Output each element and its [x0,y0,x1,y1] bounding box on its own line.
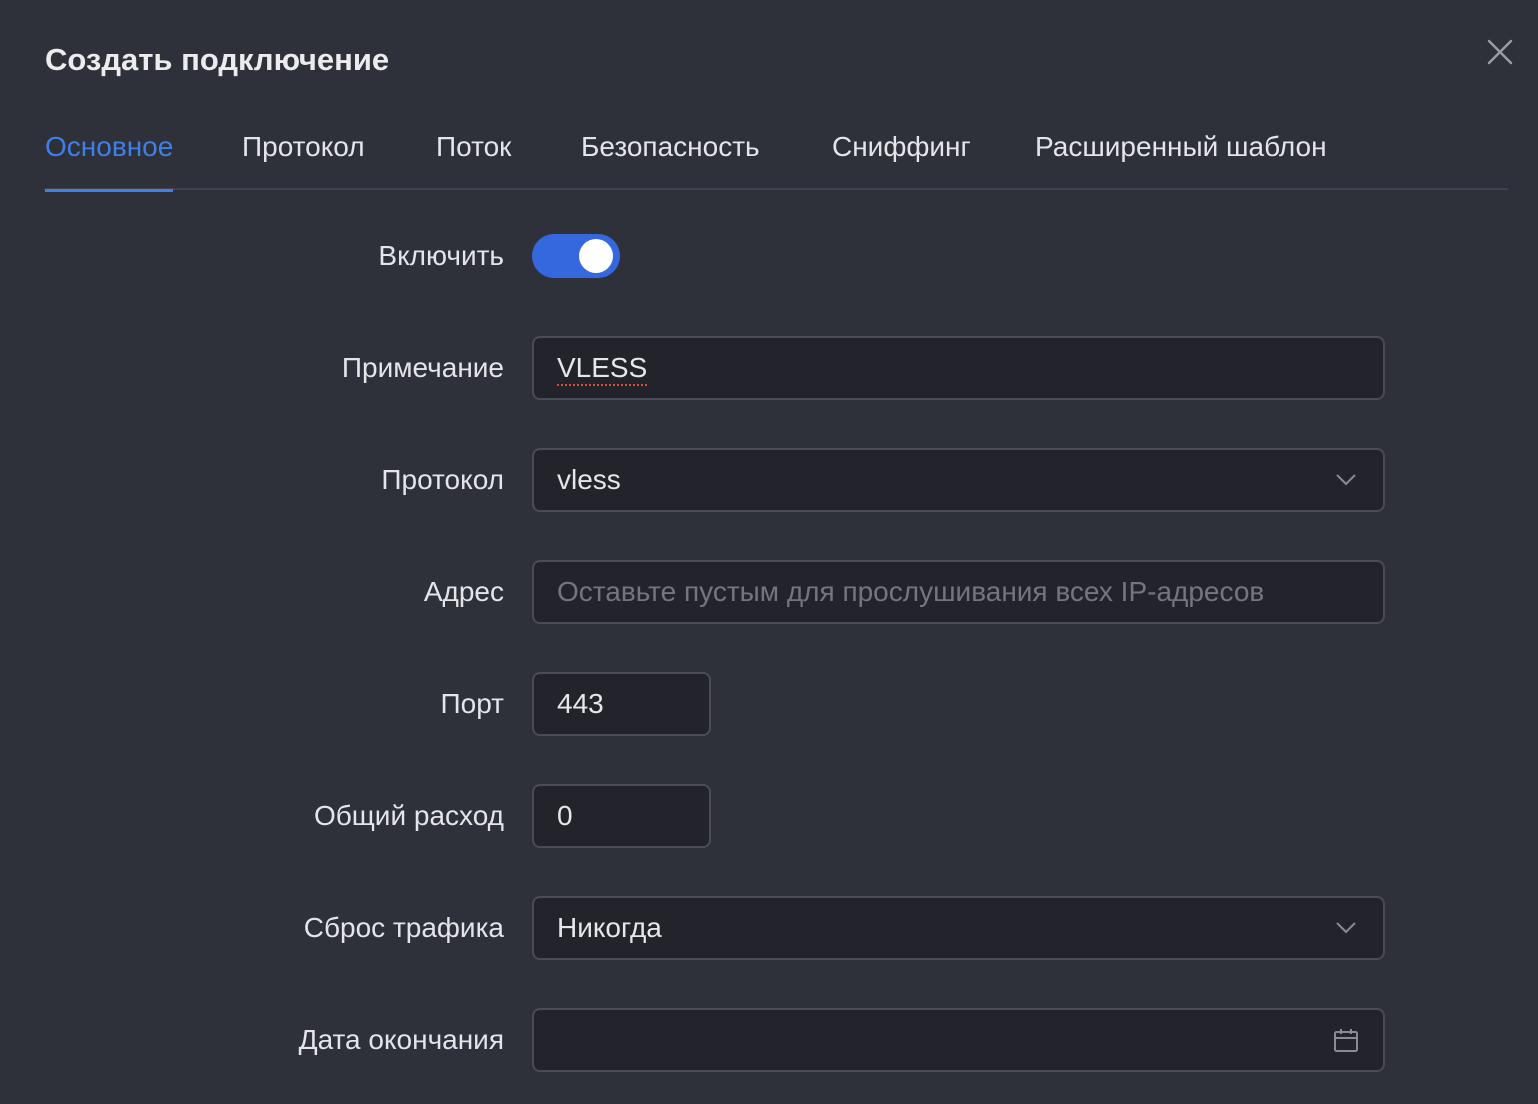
traffic-reset-select[interactable]: Никогда [532,896,1385,960]
calendar-icon[interactable] [1331,1010,1361,1070]
create-inbound-dialog: Создать подключение Основное Протокол По… [0,0,1538,1104]
traffic-reset-label: Сброс трафика [303,912,504,943]
chevron-down-icon [1331,450,1361,510]
tab-stream[interactable]: Поток [436,120,511,190]
protocol-select[interactable]: vless [532,448,1385,512]
chevron-down-icon [1331,898,1361,958]
protocol-label: Протокол [381,464,504,495]
port-label: Порт [440,688,504,719]
address-label: Адрес [423,576,504,607]
tab-sniffing[interactable]: Сниффинг [832,120,971,190]
expiry-label: Дата окончания [298,1024,504,1055]
remark-label: Примечание [341,352,504,383]
tab-protocol[interactable]: Протокол [242,120,365,190]
total-label: Общий расход [313,800,504,831]
dialog-title: Создать подключение [45,42,390,77]
tab-security[interactable]: Безопасность [581,120,760,190]
address-field[interactable] [532,560,1385,624]
tab-bar: Основное Протокол Поток Безопасность Сни… [44,120,1508,192]
traffic-reset-selected-value: Никогда [557,912,662,943]
enable-label: Включить [378,240,504,271]
port-value: 443 [557,688,604,719]
remark-input[interactable]: VLESS [532,336,1385,400]
tab-advanced-template[interactable]: Расширенный шаблон [1035,120,1327,190]
total-field[interactable]: 0 [532,784,711,848]
total-value: 0 [557,800,573,831]
close-icon [1487,39,1513,65]
remark-value: VLESS [557,352,648,383]
toggle-knob [579,239,613,273]
tab-basic[interactable]: Основное [45,120,174,192]
port-field[interactable]: 443 [532,672,711,736]
expiry-date-picker[interactable] [532,1008,1385,1072]
protocol-selected-value: vless [557,464,621,495]
enable-toggle[interactable] [532,234,620,278]
address-input[interactable] [534,562,1383,622]
close-button[interactable] [1480,32,1520,72]
